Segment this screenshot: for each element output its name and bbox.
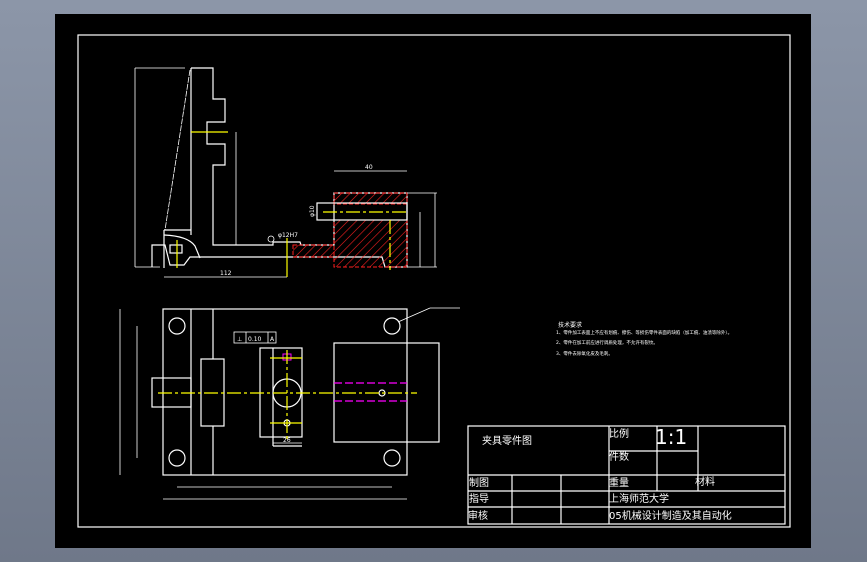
geometric-tolerance-frame: ⊥ 0.10 A [233, 331, 277, 344]
scale-label: 比例 [609, 427, 629, 440]
cad-drawing-canvas[interactable]: 112 φ12H7 40 φ10 26 ⊥ 0.10 A 技术要求 1、零件加工… [55, 14, 811, 548]
weight-label: 重量 [609, 476, 629, 489]
major-name: 05机械设计制造及其自动化 [609, 509, 732, 522]
svg-text:A: A [270, 336, 275, 343]
school-name: 上海师范大学 [609, 492, 669, 505]
material-label: 材料 [695, 475, 715, 488]
svg-text:0.10: 0.10 [248, 336, 262, 343]
review-label: 审核 [468, 509, 488, 522]
quantity-label: 件数 [609, 450, 629, 463]
dim-bore: φ12H7 [278, 232, 298, 239]
dim-block-width: 26 [283, 437, 291, 444]
svg-text:技术要求: 技术要求 [558, 321, 582, 329]
sheet-border [77, 34, 791, 528]
svg-text:3、零件去除氧化皮及毛刺。: 3、零件去除氧化皮及毛刺。 [556, 350, 613, 357]
svg-text:⊥: ⊥ [237, 336, 242, 343]
drawn-label: 制图 [469, 476, 489, 489]
dim-hole: φ10 [309, 205, 316, 217]
scale-value: 1:1 [655, 425, 687, 449]
dim-base-length: 112 [220, 270, 232, 277]
drawing-sheet: 112 φ12H7 40 φ10 26 ⊥ 0.10 A 技术要求 1、零件加工… [77, 34, 791, 528]
svg-text:2、零件在加工前应进行调质处理，不允许有裂纹。: 2、零件在加工前应进行调质处理，不允许有裂纹。 [556, 339, 658, 346]
part-name: 夹具零件图 [482, 434, 532, 447]
title-block: 夹具零件图 比例 1:1 件数 制图 重量 材料 指导 上海师范大学 审核 05… [467, 425, 786, 525]
dim-top-width: 40 [365, 164, 373, 171]
front-view: 112 φ12H7 40 φ10 [134, 67, 437, 278]
svg-text:1、零件加工表面上不应有划痕、擦伤、等损伤零件表面的缺陷（加: 1、零件加工表面上不应有划痕、擦伤、等损伤零件表面的缺陷（加工痕、油渍等除外）。 [556, 329, 732, 336]
guide-label: 指导 [469, 492, 489, 505]
top-view: 26 ⊥ 0.10 A [119, 307, 460, 500]
technical-requirements: 技术要求 1、零件加工表面上不应有划痕、擦伤、等损伤零件表面的缺陷（加工痕、油渍… [556, 321, 732, 357]
